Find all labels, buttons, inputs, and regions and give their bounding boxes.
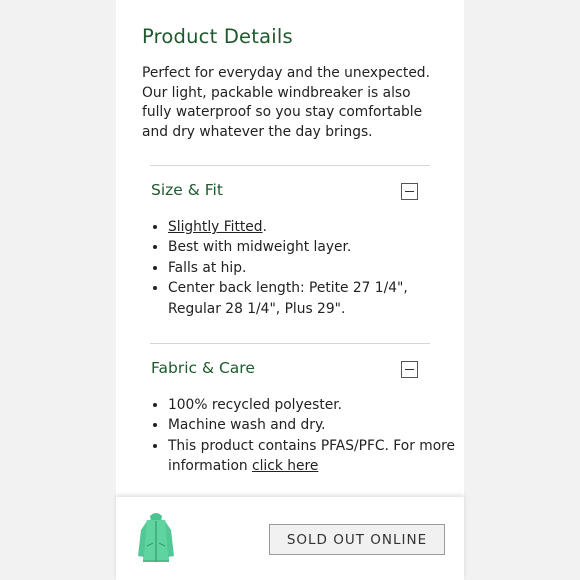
product-details-title: Product Details (142, 25, 293, 48)
product-description: Perfect for everyday and the unexpected.… (142, 65, 430, 140)
list-item: Slightly Fitted. (168, 217, 458, 237)
fabric-care-list: 100% recycled polyester. Machine wash an… (150, 395, 458, 477)
bottom-bar: SOLD OUT ONLINE (116, 497, 464, 580)
list-item: Best with midweight layer. (168, 237, 458, 257)
product-details-panel: Product Details Perfect for everyday and… (116, 0, 464, 580)
sold-out-online-button[interactable]: SOLD OUT ONLINE (269, 524, 445, 555)
size-fit-collapse-icon[interactable] (401, 183, 418, 200)
divider (150, 343, 430, 344)
size-fit-list: Slightly Fitted. Best with midweight lay… (150, 217, 458, 319)
jacket-thumbnail-image (138, 513, 174, 562)
slightly-fitted-link[interactable]: Slightly Fitted (168, 219, 263, 235)
fabric-care-heading[interactable]: Fabric & Care (151, 359, 255, 377)
list-item: This product contains PFAS/PFC. For more… (168, 436, 458, 477)
fabric-care-collapse-icon[interactable] (401, 361, 418, 378)
click-here-link[interactable]: click here (252, 458, 318, 474)
list-item: Machine wash and dry. (168, 415, 458, 435)
size-fit-heading[interactable]: Size & Fit (151, 181, 223, 199)
list-item: Center back length: Petite 27 1/4", Regu… (168, 278, 458, 319)
divider (150, 165, 430, 166)
list-item: 100% recycled polyester. (168, 395, 458, 415)
list-item: Falls at hip. (168, 258, 458, 278)
